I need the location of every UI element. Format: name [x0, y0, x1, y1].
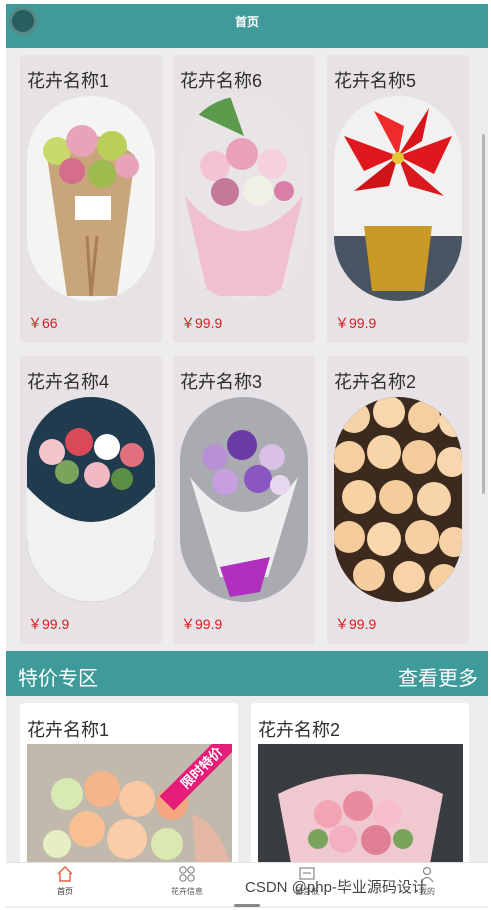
- nav-label: 首页: [57, 887, 73, 896]
- product-image: [334, 96, 462, 301]
- product-name: 花卉名称2: [258, 720, 341, 740]
- home-icon: [57, 866, 73, 882]
- product-price: ￥66: [28, 315, 58, 331]
- product-card[interactable]: 花卉名称4 ￥99.9: [20, 356, 162, 644]
- special-section-header: 特价专区 查看更多: [6, 651, 488, 696]
- special-card[interactable]: 花卉名称2: [251, 703, 469, 873]
- product-image: [27, 397, 155, 602]
- product-name: 花卉名称3: [180, 372, 263, 392]
- product-price: ￥99.9: [28, 616, 70, 632]
- product-card[interactable]: 花卉名称1 ￥66: [20, 55, 162, 343]
- product-price: ￥99.9: [181, 315, 223, 331]
- product-price: ￥99.9: [335, 616, 377, 632]
- grid-icon: [179, 866, 195, 882]
- nav-item-home[interactable]: 首页: [30, 865, 100, 905]
- product-image: [180, 96, 308, 301]
- product-card[interactable]: 花卉名称5 ￥99.9: [327, 55, 469, 343]
- nav-label: 花卉信息: [171, 887, 203, 896]
- home-indicator: [234, 904, 260, 907]
- product-name: 花卉名称1: [27, 720, 110, 740]
- product-image: 限时特价: [27, 744, 232, 873]
- product-name: 花卉名称6: [180, 71, 263, 91]
- nav-item-flowers[interactable]: 花卉信息: [152, 865, 222, 905]
- special-card[interactable]: 花卉名称1 限时特价: [20, 703, 238, 873]
- watermark: CSDN @php-毕业源码设计: [245, 879, 427, 896]
- product-image: [334, 397, 462, 602]
- app-frame: 首页 花卉名称1 ￥66 花卉名称6 ￥99.9 花卉名称5 ￥99.9 花卉名…: [6, 4, 488, 908]
- product-image: [27, 96, 155, 301]
- product-name: 花卉名称2: [334, 372, 417, 392]
- product-name: 花卉名称5: [334, 71, 417, 91]
- product-image: [258, 744, 463, 873]
- product-price: ￥99.9: [335, 315, 377, 331]
- product-card[interactable]: 花卉名称2 ￥99.9: [327, 356, 469, 644]
- top-bar: 首页: [6, 4, 488, 48]
- section-title: 特价专区: [18, 668, 98, 690]
- product-name: 花卉名称4: [27, 372, 110, 392]
- product-card[interactable]: 花卉名称6 ￥99.9: [173, 55, 315, 343]
- view-more-link[interactable]: 查看更多: [398, 662, 478, 691]
- product-image: [180, 397, 308, 602]
- product-name: 花卉名称1: [27, 71, 110, 91]
- page-title: 首页: [234, 15, 259, 29]
- product-price: ￥99.9: [181, 616, 223, 632]
- product-card[interactable]: 花卉名称3 ￥99.9: [173, 356, 315, 644]
- scrollbar[interactable]: [482, 134, 485, 494]
